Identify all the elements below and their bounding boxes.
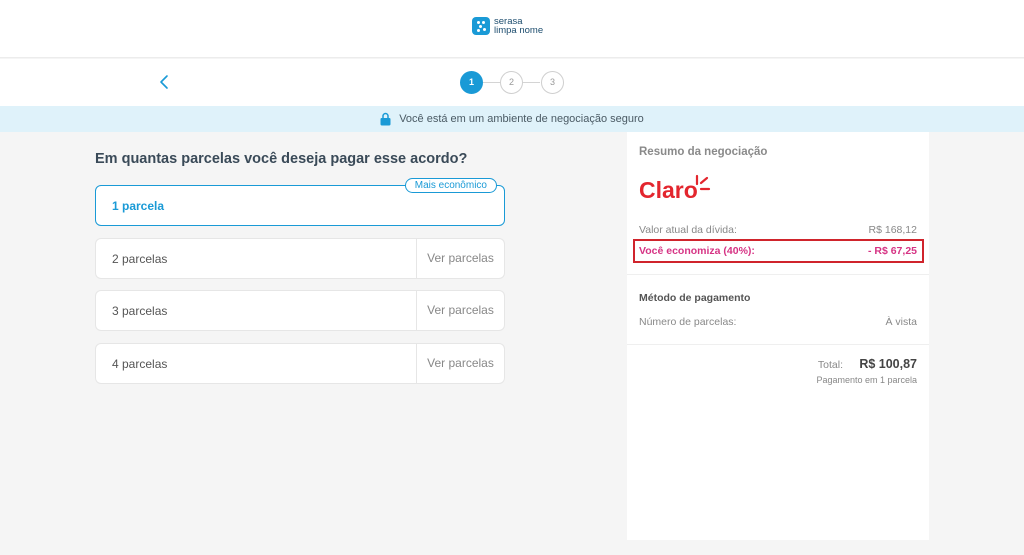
claro-logo: Claro (639, 174, 711, 202)
installment-option-3[interactable]: 3 parcelas Ver parcelas (95, 290, 505, 331)
see-installments-link[interactable]: Ver parcelas (416, 239, 504, 278)
step-connector (523, 82, 540, 83)
installment-option-label: 3 parcelas (112, 304, 168, 318)
savings-row: Você economiza (40%): - R$ 67,25 (639, 245, 917, 257)
installment-option-2[interactable]: 2 parcelas Ver parcelas (95, 238, 505, 279)
chevron-left-icon[interactable] (157, 73, 171, 91)
lock-icon (380, 112, 391, 126)
claro-logo-text: Claro (639, 177, 698, 202)
see-installments-link[interactable]: Ver parcelas (416, 291, 504, 330)
debt-label: Valor atual da dívida: (639, 224, 737, 236)
cheapest-badge: Mais econômico (404, 178, 497, 193)
installment-option-label: 1 parcela (112, 199, 165, 213)
debt-row: Valor atual da dívida: R$ 168,12 (639, 224, 917, 236)
installment-option-1[interactable]: 1 parcela Mais econômico (95, 178, 505, 226)
top-header: serasa limpa nome (0, 0, 1024, 58)
step-1: 1 (460, 71, 483, 94)
installments-row: Número de parcelas: À vista (639, 316, 917, 328)
savings-value: - R$ 67,25 (867, 245, 917, 257)
installment-option-label: 2 parcelas (112, 252, 168, 266)
serasa-logo-icon (472, 17, 490, 35)
negotiation-summary-panel: Resumo da negociação Claro Valor atual d… (627, 132, 929, 540)
serasa-logo[interactable]: serasa limpa nome (472, 17, 543, 35)
secure-banner: Você está em um ambiente de negociação s… (0, 106, 1024, 132)
total-value: R$ 100,87 (859, 357, 917, 371)
installment-option-4[interactable]: 4 parcelas Ver parcelas (95, 343, 505, 384)
installments-label: Número de parcelas: (639, 316, 737, 328)
logo-text: serasa limpa nome (494, 17, 544, 36)
debt-value: R$ 168,12 (868, 224, 917, 236)
see-installments-link[interactable]: Ver parcelas (416, 344, 504, 383)
logo-text-line2: limpa nome (494, 25, 544, 36)
total-subtext: Pagamento em 1 parcela (816, 375, 917, 385)
divider (627, 344, 929, 345)
step-3: 3 (541, 71, 564, 94)
divider (627, 274, 929, 275)
secure-banner-text: Você está em um ambiente de negociação s… (399, 113, 644, 125)
savings-label: Você economiza (40%): (639, 245, 755, 257)
summary-title: Resumo da negociação (639, 146, 768, 158)
steps-bar: 1 2 3 (0, 59, 1024, 106)
step-2: 2 (500, 71, 523, 94)
total-label: Total: (817, 359, 843, 371)
payment-method-title: Método de pagamento (639, 292, 751, 304)
installments-question: Em quantas parcelas você deseja pagar es… (95, 151, 468, 167)
installments-value: À vista (885, 316, 917, 328)
step-connector (483, 82, 500, 83)
installment-option-label: 4 parcelas (112, 357, 168, 371)
